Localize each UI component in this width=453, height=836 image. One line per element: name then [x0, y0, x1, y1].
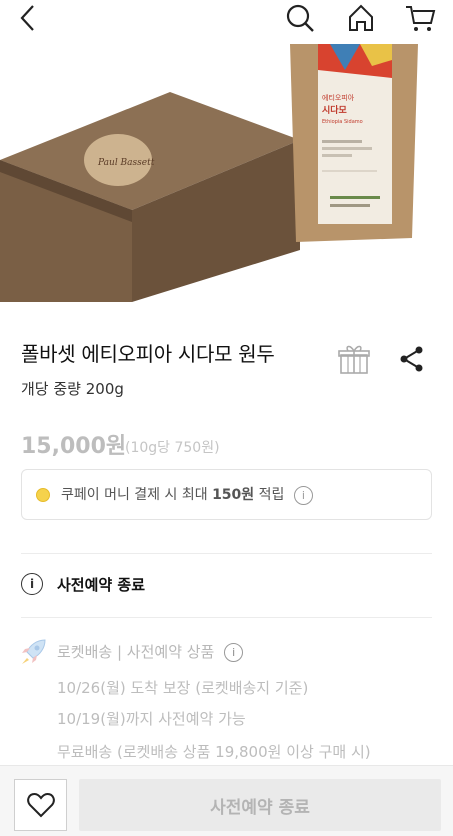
svg-text:Ethiopia Sidamo: Ethiopia Sidamo [322, 119, 363, 125]
unit-price: (10g당 750원) [125, 440, 220, 456]
coupay-suffix: 적립 [254, 487, 285, 504]
reservation-status: i 사전예약 종료 [21, 573, 145, 595]
divider [21, 553, 432, 554]
gift-icon[interactable] [337, 342, 371, 380]
search-icon[interactable] [284, 2, 316, 34]
shipping-line: 무료배송 (로켓배송 상품 19,800원 이상 구매 시) [57, 743, 371, 761]
coupay-amount: 150원 [212, 487, 255, 504]
divider [21, 617, 432, 618]
top-navigation [0, 0, 453, 40]
product-image[interactable]: Paul Bassett 에티오피아 시다모 Ethiopia Sidamo [0, 0, 453, 302]
rocket-icon [19, 638, 47, 670]
price: 15,000원 [21, 434, 127, 459]
bottom-action-bar: 사전예약 종료 [0, 765, 453, 836]
svg-text:Paul Bassett: Paul Bassett [97, 158, 155, 168]
home-icon[interactable] [345, 2, 377, 34]
reservation-closed-button[interactable]: 사전예약 종료 [79, 779, 441, 831]
svg-text:시다모: 시다모 [322, 104, 348, 116]
heart-icon [26, 792, 55, 818]
svg-text:에티오피아: 에티오피아 [322, 93, 355, 102]
info-icon[interactable]: i [293, 485, 313, 505]
product-option: 개당 중량 200g [21, 380, 124, 398]
coupay-reward-box[interactable]: 쿠페이 머니 결제 시 최대 150원 적립 i [21, 469, 432, 520]
cart-icon[interactable] [404, 2, 436, 34]
reservation-status-text: 사전예약 종료 [57, 575, 146, 594]
coin-icon [36, 487, 50, 502]
info-icon: i [21, 573, 43, 595]
shipping-header: 로켓배송 | 사전예약 상품 i [57, 641, 244, 662]
product-title: 폴바셋 에티오피아 시다모 원두 [21, 342, 275, 366]
wishlist-button[interactable] [14, 779, 67, 831]
back-icon[interactable] [12, 2, 44, 34]
shipping-line: 10/26(월) 도착 보장 (로켓배송지 기준) [57, 679, 309, 697]
coupay-prefix: 쿠페이 머니 결제 시 최대 [61, 487, 213, 504]
info-icon[interactable]: i [224, 643, 244, 662]
share-icon[interactable] [398, 345, 426, 377]
product-photo: Paul Bassett 에티오피아 시다모 Ethiopia Sidamo [0, 44, 418, 302]
shipping-line: 10/19(월)까지 사전예약 가능 [57, 710, 246, 728]
shipping-header-text: 로켓배송 | 사전예약 상품 [57, 643, 215, 661]
coupay-reward-text: 쿠페이 머니 결제 시 최대 150원 적립 i [61, 484, 313, 505]
